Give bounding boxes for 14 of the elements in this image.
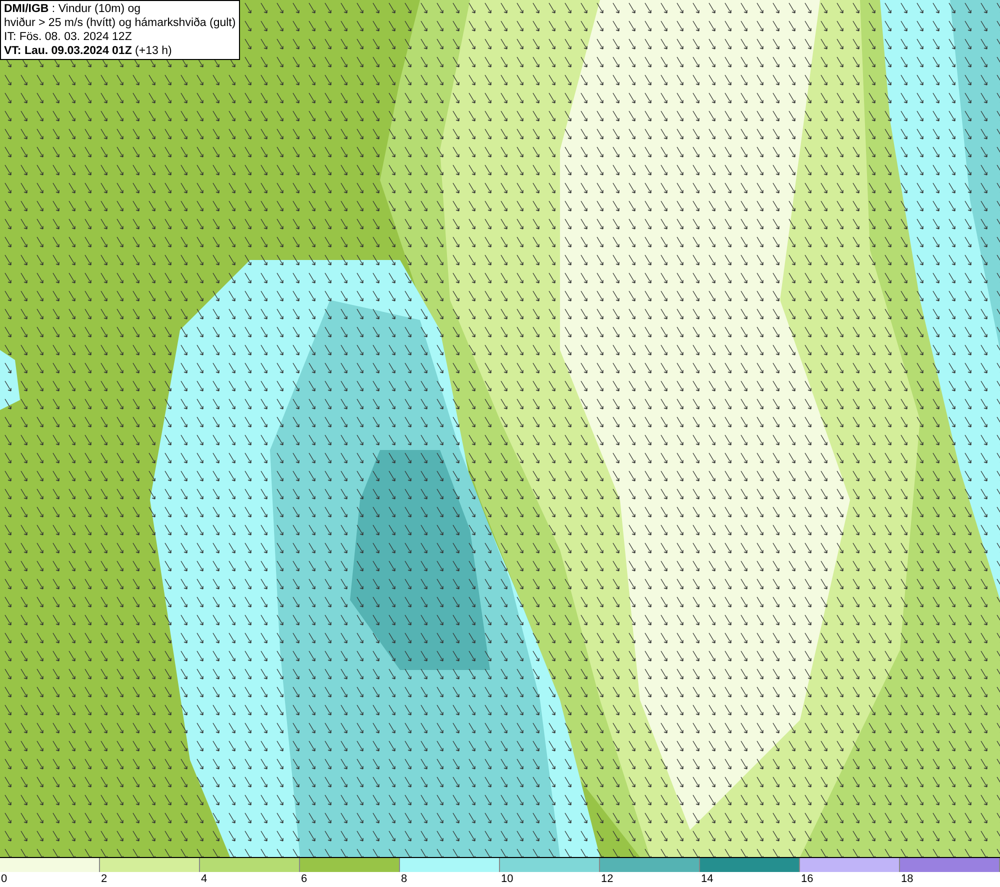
legend-tick-label: 6 <box>301 873 308 885</box>
legend-tick-label: 8 <box>401 873 408 885</box>
legend-tick-label: 2 <box>101 873 108 885</box>
legend-tick-label: 16 <box>801 873 814 885</box>
legend-tick-label: 10 <box>501 873 514 885</box>
legend-tick-label: 0 <box>1 873 8 885</box>
legend-tick-label: 18 <box>901 873 914 885</box>
title-line: IT: Fös. 08. 03. 2024 12Z <box>4 30 133 44</box>
title-line: VT: Lau. 09.03.2024 01Z (+13 h) <box>4 44 173 58</box>
legend-tick-label: 4 <box>201 873 208 885</box>
legend-tick-label: 12 <box>601 873 614 885</box>
legend-tick-label: 14 <box>701 873 714 885</box>
title-line: hviður > 25 m/s (hvítt) og hámarkshviða (gult) <box>4 16 236 30</box>
title-line: DMI/IGB : Vindur (10m) og <box>4 2 142 16</box>
